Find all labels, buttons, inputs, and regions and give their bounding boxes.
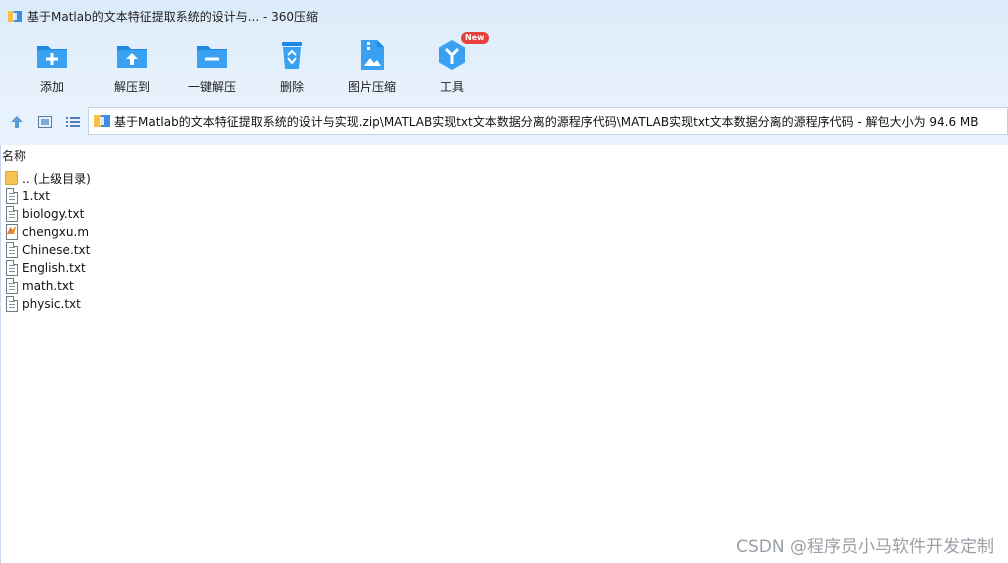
file-list-panel: 名称 .. (上级目录) 1.txt biology.txt chengxu.m… — [0, 145, 1008, 563]
archive-path: 基于Matlab的文本特征提取系统的设计与实现.zip\MATLAB实现txt文… — [114, 114, 979, 129]
file-name: biology.txt — [22, 207, 85, 221]
file-list: .. (上级目录) 1.txt biology.txt chengxu.m Ch… — [5, 169, 405, 313]
add-folder-icon — [35, 38, 69, 72]
extract-to-button[interactable]: 解压到 — [92, 36, 172, 98]
text-file-icon — [5, 188, 19, 204]
one-click-extract-button[interactable]: 一键解压 — [172, 36, 252, 98]
file-name: .. (上级目录) — [22, 171, 91, 186]
file-name: physic.txt — [22, 297, 81, 311]
zip-archive-icon — [94, 114, 110, 128]
add-button[interactable]: 添加 — [12, 36, 92, 98]
main-toolbar: 添加 解压到 一键解压 删除 图片压缩 New 工具 — [12, 32, 492, 98]
list-item[interactable]: math.txt — [5, 277, 405, 295]
text-file-icon — [5, 278, 19, 294]
folder-icon — [5, 170, 19, 186]
thumbnail-view-button[interactable] — [34, 111, 56, 133]
image-compress-button[interactable]: 图片压缩 — [332, 36, 412, 98]
list-view-icon — [66, 117, 80, 127]
list-item[interactable]: 1.txt — [5, 187, 405, 205]
list-item[interactable]: Chinese.txt — [5, 241, 405, 259]
extract-to-label: 解压到 — [113, 80, 150, 94]
text-file-icon — [5, 206, 19, 222]
delete-button[interactable]: 删除 — [252, 36, 332, 98]
window-chrome: 基于Matlab的文本特征提取系统的设计与... - 360压缩 添加 解压到 … — [0, 0, 1008, 145]
thumbnail-view-icon — [38, 116, 52, 128]
one-click-extract-label: 一键解压 — [187, 80, 236, 94]
window-title: 基于Matlab的文本特征提取系统的设计与... - 360压缩 — [27, 9, 319, 24]
one-click-extract-icon — [195, 38, 229, 72]
list-view-button[interactable] — [62, 111, 84, 133]
navigation-bar: 基于Matlab的文本特征提取系统的设计与实现.zip\MATLAB实现txt文… — [0, 107, 1008, 137]
file-name: Chinese.txt — [22, 243, 91, 257]
image-compress-icon — [355, 38, 389, 72]
delete-label: 删除 — [279, 80, 304, 94]
list-item[interactable]: biology.txt — [5, 205, 405, 223]
tools-button[interactable]: New 工具 — [412, 32, 492, 98]
file-name: chengxu.m — [22, 225, 90, 239]
list-item-parent[interactable]: .. (上级目录) — [5, 169, 405, 187]
recycle-bin-icon — [275, 38, 309, 72]
text-file-icon — [5, 260, 19, 276]
file-name: English.txt — [22, 261, 86, 275]
tools-label: 工具 — [439, 80, 464, 94]
up-level-button[interactable] — [6, 111, 28, 133]
list-item[interactable]: English.txt — [5, 259, 405, 277]
arrow-up-icon — [11, 116, 23, 128]
add-label: 添加 — [39, 80, 64, 94]
image-compress-label: 图片压缩 — [347, 80, 396, 94]
title-bar: 基于Matlab的文本特征提取系统的设计与... - 360压缩 — [0, 0, 1008, 32]
file-name: math.txt — [22, 279, 74, 293]
list-item[interactable]: chengxu.m — [5, 223, 405, 241]
new-badge: New — [461, 32, 489, 44]
column-header-name[interactable]: 名称 — [1, 147, 26, 165]
matlab-file-icon — [5, 224, 19, 240]
watermark: CSDN @程序员小马软件开发定制 — [736, 537, 994, 557]
file-name: 1.txt — [22, 189, 50, 203]
address-bar[interactable]: 基于Matlab的文本特征提取系统的设计与实现.zip\MATLAB实现txt文… — [88, 107, 1008, 135]
list-item[interactable]: physic.txt — [5, 295, 405, 313]
extract-to-icon — [115, 38, 149, 72]
app-archive-icon — [8, 9, 22, 23]
text-file-icon — [5, 296, 19, 312]
text-file-icon — [5, 242, 19, 258]
